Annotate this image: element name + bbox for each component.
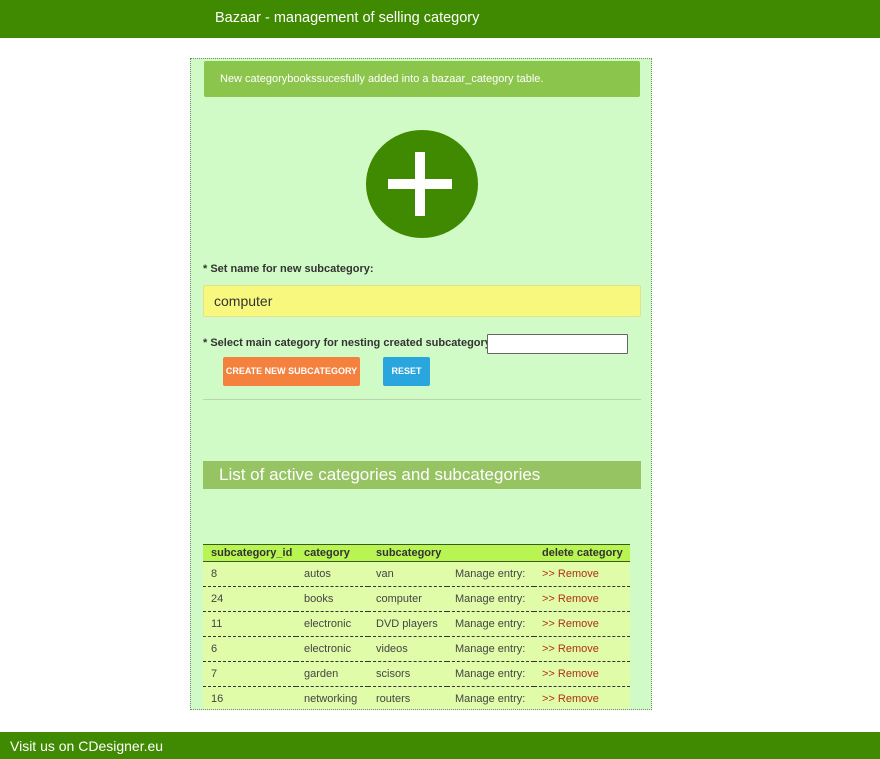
remove-link[interactable]: >> Remove: [534, 586, 630, 612]
cell-subcategory: DVD players: [368, 611, 447, 637]
cell-subcategory-id: 7: [203, 661, 296, 687]
footer-bar: Visit us on CDesigner.eu: [0, 732, 880, 759]
table-row: 24 books computer Manage entry: >> Remov…: [203, 586, 630, 612]
reset-button[interactable]: RESET: [383, 357, 430, 386]
table-row: 11 electronic DVD players Manage entry: …: [203, 611, 630, 637]
cell-manage-label: Manage entry:: [447, 686, 534, 709]
cell-category: garden: [296, 661, 368, 687]
column-header-category: category: [296, 544, 368, 562]
cell-subcategory-id: 16: [203, 686, 296, 709]
cell-subcategory-id: 6: [203, 636, 296, 662]
cell-category: electronic: [296, 636, 368, 662]
category-table: subcategory_id category subcategory dele…: [203, 544, 630, 709]
cell-category: books: [296, 586, 368, 612]
cell-subcategory-id: 8: [203, 561, 296, 587]
table-row: 7 garden scisors Manage entry: >> Remove: [203, 661, 630, 687]
main-category-label: * Select main category for nesting creat…: [203, 337, 495, 349]
remove-link[interactable]: >> Remove: [534, 561, 630, 587]
cell-subcategory-id: 24: [203, 586, 296, 612]
cell-manage-label: Manage entry:: [447, 611, 534, 637]
main-category-select[interactable]: [487, 334, 628, 354]
cell-category: networking: [296, 686, 368, 709]
cell-subcategory: routers: [368, 686, 447, 709]
table-row: 16 networking routers Manage entry: >> R…: [203, 686, 630, 709]
cell-subcategory: videos: [368, 636, 447, 662]
cell-manage-label: Manage entry:: [447, 561, 534, 587]
category-management-panel: New categorybookssucesfully added into a…: [190, 58, 652, 710]
remove-link[interactable]: >> Remove: [534, 636, 630, 662]
cell-subcategory-id: 11: [203, 611, 296, 637]
page-title: Bazaar - management of selling category: [215, 10, 480, 26]
table-row: 8 autos van Manage entry: >> Remove: [203, 561, 630, 587]
remove-link[interactable]: >> Remove: [534, 661, 630, 687]
remove-link[interactable]: >> Remove: [534, 686, 630, 709]
create-subcategory-button[interactable]: CREATE NEW SUBCATEGORY: [223, 357, 360, 386]
subcategory-name-input[interactable]: [203, 285, 641, 317]
cell-manage-label: Manage entry:: [447, 636, 534, 662]
cell-manage-label: Manage entry:: [447, 586, 534, 612]
plus-vertical-bar: [415, 152, 425, 216]
footer-link[interactable]: Visit us on CDesigner.eu: [10, 738, 163, 754]
subcategory-name-label: * Set name for new subcategory:: [203, 263, 374, 275]
column-header-subcategory-id: subcategory_id: [203, 544, 296, 562]
cell-subcategory: van: [368, 561, 447, 587]
column-header-delete-category: delete category: [534, 544, 630, 562]
remove-link[interactable]: >> Remove: [534, 611, 630, 637]
cell-subcategory: computer: [368, 586, 447, 612]
category-list-heading: List of active categories and subcategor…: [203, 461, 641, 489]
table-row: 6 electronic videos Manage entry: >> Rem…: [203, 636, 630, 662]
column-header-subcategory: subcategory: [368, 544, 447, 562]
cell-category: autos: [296, 561, 368, 587]
form-divider: [203, 399, 641, 400]
table-header-row: subcategory_id category subcategory dele…: [203, 544, 630, 562]
plus-circle-icon: [366, 130, 478, 238]
column-header-manage: [447, 544, 534, 562]
cell-manage-label: Manage entry:: [447, 661, 534, 687]
cell-subcategory: scisors: [368, 661, 447, 687]
cell-category: electronic: [296, 611, 368, 637]
success-alert: New categorybookssucesfully added into a…: [204, 61, 640, 97]
top-header-bar: Bazaar - management of selling category: [0, 0, 880, 38]
